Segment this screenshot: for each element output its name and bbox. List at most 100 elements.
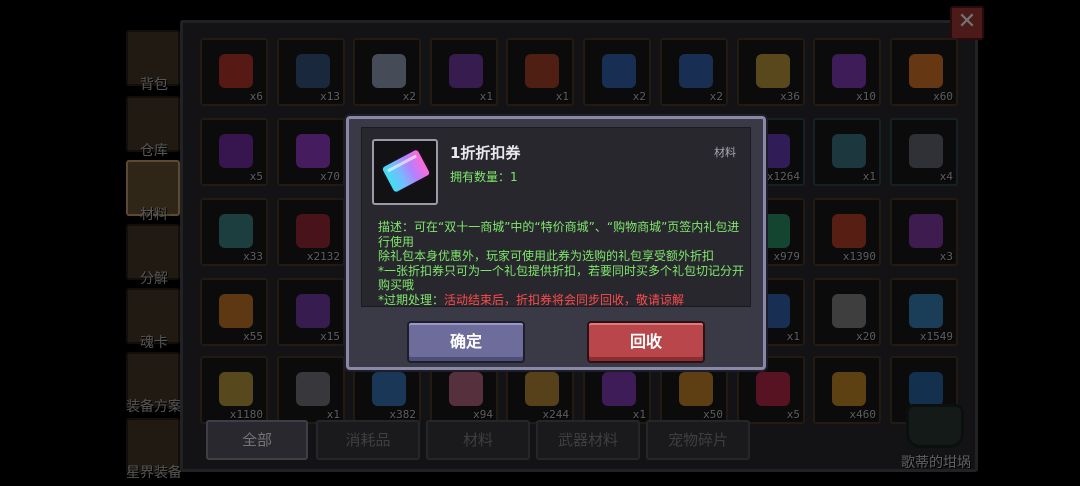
item-icon-frame [372, 139, 438, 205]
side-tab-label: 背包 [140, 77, 168, 93]
side-tab-label: 魂卡 [140, 335, 168, 351]
item-slot[interactable]: x20 [813, 278, 881, 346]
filter-tab-2[interactable]: 材料 [426, 420, 530, 460]
item-slot[interactable]: x70 [277, 118, 345, 186]
item-count: x2 [709, 90, 723, 103]
item-slot[interactable]: x33 [200, 198, 268, 266]
confirm-button[interactable]: 确定 [407, 321, 525, 363]
machine-icon [909, 134, 943, 168]
item-count: x2 [402, 90, 416, 103]
item-count: x1390 [842, 250, 876, 263]
item-slot[interactable]: x1549 [890, 278, 958, 346]
item-detail-body: 1折折扣券 拥有数量：1 材料 描述：可在“双十一商城”中的“特价商城”、“购物… [361, 127, 751, 307]
item-slot[interactable]: x3 [890, 198, 958, 266]
crucible-npc-button[interactable]: 歌蒂的坩埚 [888, 398, 984, 476]
item-count: x55 [243, 330, 263, 343]
orange-amulet-icon [219, 294, 253, 328]
item-count: x1 [555, 90, 569, 103]
item-detail-dialog: 1折折扣券 拥有数量：1 材料 描述：可在“双十一商城”中的“特价商城”、“购物… [346, 116, 766, 370]
item-slot[interactable]: x1 [506, 38, 574, 106]
amber-shard-icon [832, 372, 866, 406]
filter-tab-4[interactable]: 宠物碎片 [646, 420, 750, 460]
crucible-label: 歌蒂的坩埚 [901, 455, 971, 471]
item-slot[interactable]: x5 [200, 118, 268, 186]
purple-crystal-icon [296, 134, 330, 168]
item-slot[interactable]: x1 [430, 38, 498, 106]
filter-tab-1[interactable]: 消耗品 [316, 420, 420, 460]
item-count: x1549 [919, 330, 953, 343]
purple-sigil-icon [449, 54, 483, 88]
item-slot[interactable]: x10 [813, 38, 881, 106]
side-tab-label: 仓库 [140, 143, 168, 159]
side-tab-2[interactable]: 材料 [124, 158, 184, 223]
item-count: x15 [320, 330, 340, 343]
close-button[interactable]: ✕ [950, 6, 984, 40]
item-slot[interactable]: x1 [277, 356, 345, 424]
side-tab-1[interactable]: 仓库 [124, 94, 184, 159]
item-slot[interactable]: x460 [813, 356, 881, 424]
blue-chest-icon [679, 54, 713, 88]
item-slot[interactable]: x2 [353, 38, 421, 106]
banner-icon [296, 54, 330, 88]
desc-line-expire: *过期处理：活动结束后，折扣券将会同步回收，敬请谅解 [378, 293, 748, 308]
star-jar-icon [219, 214, 253, 248]
purple-rune-icon [909, 214, 943, 248]
blue-ring-icon [372, 372, 406, 406]
item-slot[interactable]: x6 [200, 38, 268, 106]
side-tab-5[interactable]: 装备方案 [124, 350, 184, 415]
filter-tab-0[interactable]: 全部 [206, 420, 308, 460]
item-slot[interactable]: x1 [813, 118, 881, 186]
red-crystal-icon [756, 372, 790, 406]
item-slot[interactable]: x4 [890, 118, 958, 186]
wizard-hat-icon [832, 54, 866, 88]
item-count: x10 [856, 90, 876, 103]
item-count: x70 [320, 170, 340, 183]
filter-tab-bar: 全部 消耗品 材料 武器材料 宠物碎片 [200, 420, 900, 464]
red-gem-icon [219, 54, 253, 88]
red-rune-icon [832, 214, 866, 248]
item-name: 1折折扣券 [450, 144, 521, 162]
item-slot[interactable]: x13 [277, 38, 345, 106]
item-count: x20 [856, 330, 876, 343]
desc-line-one-per-gift: *一张折扣券只可为一个礼包提供折扣，若要同时买多个礼包切记分开购买哦 [378, 263, 745, 293]
item-slot[interactable]: x2 [660, 38, 728, 106]
treasure-chest-icon [525, 54, 559, 88]
item-slot[interactable]: x2 [583, 38, 651, 106]
item-count: x3 [939, 250, 953, 263]
item-count: x5 [249, 170, 263, 183]
side-tab-label: 材料 [140, 207, 168, 223]
item-slot[interactable]: x36 [737, 38, 805, 106]
item-count: x33 [243, 250, 263, 263]
desc-line-usage: 描述：可在“双十一商城”中的“特价商城”、“购物商城”页签内礼包进行使用 [378, 220, 740, 249]
item-slot[interactable]: x60 [890, 38, 958, 106]
side-tab-3[interactable]: 分解 [124, 222, 184, 287]
discount-ticket-icon [381, 149, 431, 193]
scroll-icon [372, 54, 406, 88]
item-count: x60 [933, 90, 953, 103]
expire-label: *过期处理： [378, 292, 445, 307]
item-slot[interactable]: x1390 [813, 198, 881, 266]
item-count: x2 [632, 90, 646, 103]
side-tab-4[interactable]: 魂卡 [124, 286, 184, 351]
item-slot[interactable]: x1180 [200, 356, 268, 424]
item-count: x6 [249, 90, 263, 103]
gray-crystal-icon [296, 372, 330, 406]
purple-amulet-icon [296, 294, 330, 328]
expire-warning: 活动结束后，折扣券将会同步回收，敬请谅解 [444, 292, 685, 307]
filter-tab-3[interactable]: 武器材料 [536, 420, 640, 460]
item-slot[interactable]: x55 [200, 278, 268, 346]
pink-petal-icon [449, 372, 483, 406]
item-slot[interactable]: x15 [277, 278, 345, 346]
side-tab-label: 装备方案 [126, 399, 182, 415]
item-slot[interactable]: x2132 [277, 198, 345, 266]
item-type: 材料 [714, 146, 736, 159]
side-tab-6[interactable]: 星界装备 [124, 416, 184, 481]
desc-line-extra-discount: 除礼包本身优惠外，玩家可使用此券为选购的礼包享受额外折扣 [378, 249, 715, 263]
item-count: x1 [862, 170, 876, 183]
item-count: x1264 [766, 170, 800, 183]
item-count: x4 [939, 170, 953, 183]
recycle-button[interactable]: 回收 [587, 321, 705, 363]
tablet-icon [832, 134, 866, 168]
side-tab-0[interactable]: 背包 [124, 28, 184, 93]
cauldron-icon [906, 404, 964, 448]
